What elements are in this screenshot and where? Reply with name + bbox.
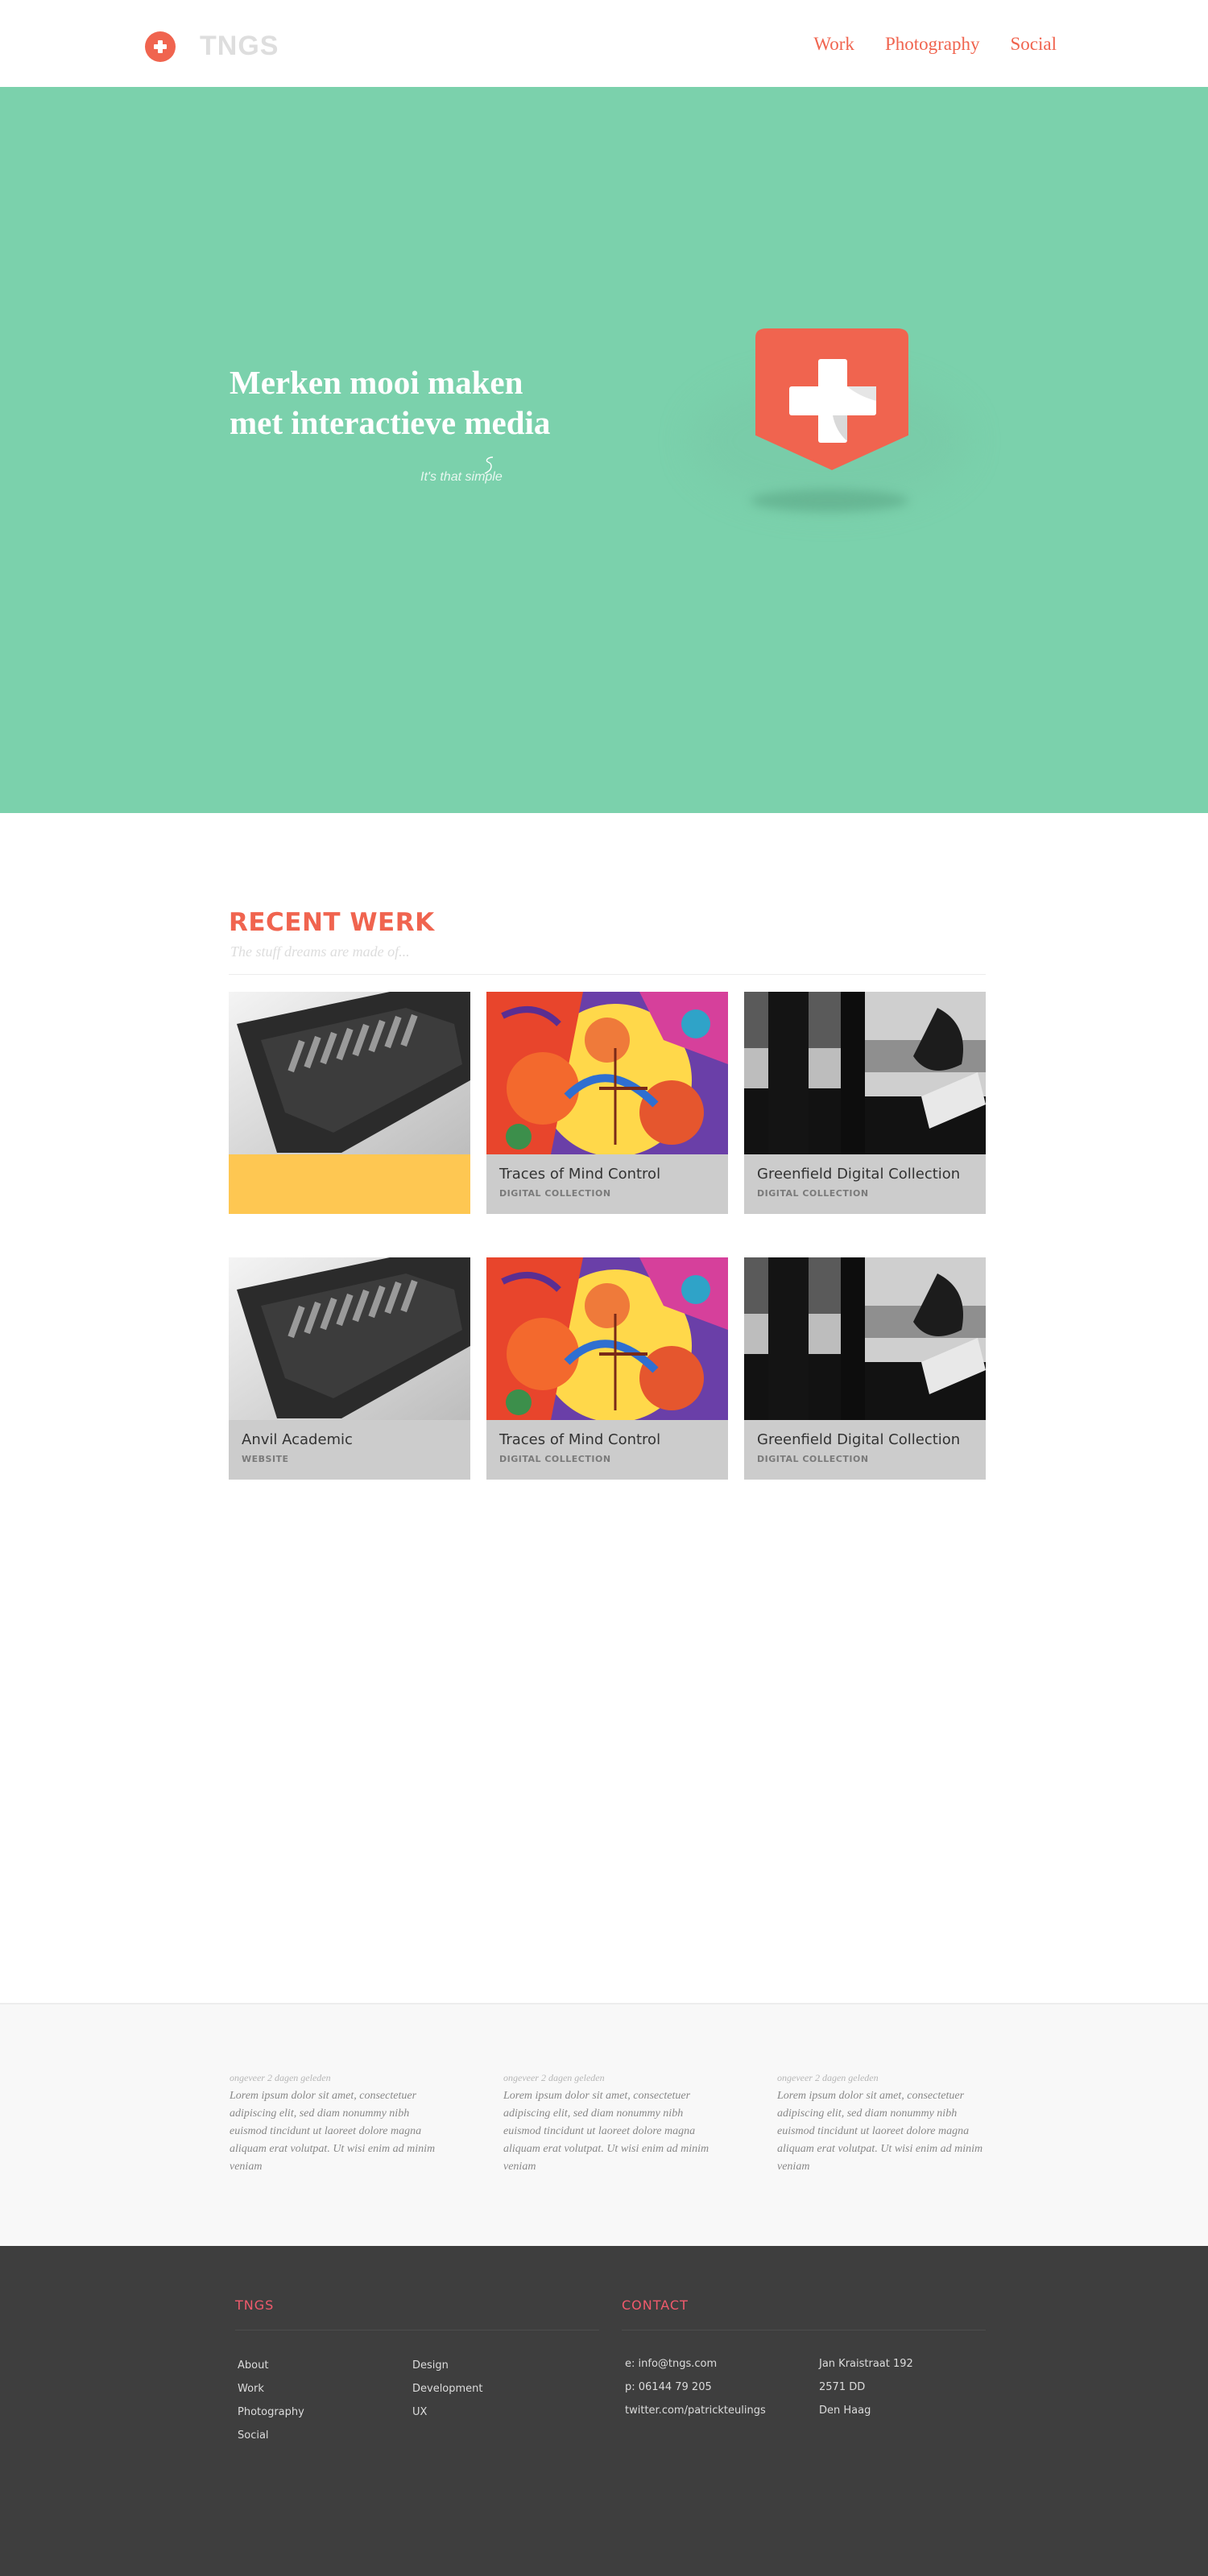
blog-section: ongeveer 2 dagen geleden Lorem ipsum dol… [0, 2003, 1208, 2246]
footer-link-work[interactable]: Work [238, 2377, 304, 2401]
card-info: Traces of Mind Control DIGITAL COLLECTIO… [486, 1154, 728, 1214]
nav-item-work[interactable]: Work [813, 34, 854, 55]
footer-contact-list: e: info@tngs.com p: 06144 79 205 twitter… [625, 2352, 766, 2422]
footer-links-col1: About Work Photography Social [238, 2354, 304, 2447]
blog-timestamp: ongeveer 2 dagen geleden [503, 2072, 605, 2083]
nav-item-photography[interactable]: Photography [885, 34, 980, 55]
card-info [229, 1154, 470, 1214]
logo-text: TNGS [200, 31, 279, 61]
blog-item[interactable]: ongeveer 2 dagen geleden Lorem ipsum dol… [230, 2072, 447, 2176]
hero-subtitle: It's that simple [420, 470, 503, 484]
site-header: TNGS Work Photography Social [0, 0, 1208, 87]
site-footer: TNGS About Work Photography Social Desig… [0, 2246, 1208, 2576]
card-title: Greenfield Digital Collection [757, 1431, 961, 1448]
work-card[interactable]: Greenfield Digital Collection DIGITAL CO… [744, 1257, 986, 1480]
footer-link-ux[interactable]: UX [412, 2401, 483, 2424]
divider [229, 974, 986, 975]
footer-link-social[interactable]: Social [238, 2424, 304, 2447]
work-card[interactable]: Anvil Academic WEBSITE [229, 1257, 470, 1480]
logo[interactable]: TNGS [145, 31, 279, 62]
blog-item[interactable]: ongeveer 2 dagen geleden Lorem ipsum dol… [777, 2072, 995, 2176]
work-card[interactable]: Traces of Mind Control DIGITAL COLLECTIO… [486, 1257, 728, 1480]
footer-link-design[interactable]: Design [412, 2354, 483, 2377]
work-card[interactable]: Greenfield Digital Collection DIGITAL CO… [744, 992, 986, 1214]
hero-title-line-1: Merken mooi maken [230, 364, 523, 401]
main-nav: Work Photography Social [813, 34, 1057, 55]
cross-badge-icon [755, 328, 908, 470]
card-category: DIGITAL COLLECTION [499, 1454, 611, 1464]
nav-item-social[interactable]: Social [1011, 34, 1057, 55]
footer-link-development[interactable]: Development [412, 2377, 483, 2401]
blog-excerpt: Lorem ipsum dolor sit amet, consectetuer… [230, 2090, 436, 2173]
card-title: Traces of Mind Control [499, 1431, 661, 1448]
address-city: Den Haag [819, 2405, 871, 2417]
card-image-kindle [229, 1257, 470, 1420]
hero-badge [693, 328, 966, 538]
contact-email[interactable]: e: info@tngs.com [625, 2352, 766, 2376]
card-category: WEBSITE [242, 1454, 289, 1464]
card-category: DIGITAL COLLECTION [757, 1454, 869, 1464]
address-postcode: 2571 DD [819, 2381, 866, 2393]
contact-twitter[interactable]: twitter.com/patrickteulings [625, 2399, 766, 2422]
blog-timestamp: ongeveer 2 dagen geleden [230, 2072, 331, 2083]
card-category: DIGITAL COLLECTION [499, 1188, 611, 1199]
card-info: Anvil Academic WEBSITE [229, 1420, 470, 1480]
address-street: Jan Kraistraat 192 [819, 2358, 913, 2370]
contact-phone: p: 06144 79 205 [625, 2381, 712, 2393]
hero-title-line-2: met interactieve media [230, 404, 551, 441]
card-image-illustration [486, 992, 728, 1154]
footer-contact-heading: CONTACT [622, 2297, 689, 2313]
footer-link-photography[interactable]: Photography [238, 2401, 304, 2424]
footer-address: Jan Kraistraat 192 2571 DD Den Haag [819, 2352, 913, 2422]
recent-work-title: RECENT WERK [229, 908, 435, 937]
footer-tngs-heading: TNGS [235, 2297, 275, 2313]
recent-work-subtitle: The stuff dreams are made of... [230, 943, 410, 960]
card-title: Traces of Mind Control [499, 1166, 661, 1183]
cross-logo-icon [145, 31, 176, 62]
card-info: Greenfield Digital Collection DIGITAL CO… [744, 1154, 986, 1214]
work-card[interactable] [229, 992, 470, 1214]
card-title: Greenfield Digital Collection [757, 1166, 961, 1183]
card-image-illustration [486, 1257, 728, 1420]
card-title: Anvil Academic [242, 1431, 353, 1448]
blog-excerpt: Lorem ipsum dolor sit amet, consectetuer… [503, 2090, 709, 2173]
card-image-window [744, 992, 986, 1154]
card-category: DIGITAL COLLECTION [757, 1188, 869, 1199]
hero-title: Merken mooi maken met interactieve media [230, 362, 550, 443]
blog-excerpt: Lorem ipsum dolor sit amet, consectetuer… [777, 2090, 983, 2173]
card-info: Traces of Mind Control DIGITAL COLLECTIO… [486, 1420, 728, 1480]
footer-link-about[interactable]: About [238, 2354, 304, 2377]
blog-timestamp: ongeveer 2 dagen geleden [777, 2072, 879, 2083]
work-card[interactable]: Traces of Mind Control DIGITAL COLLECTIO… [486, 992, 728, 1214]
card-image-window [744, 1257, 986, 1420]
footer-links-col2: Design Development UX [412, 2354, 483, 2424]
card-image-kindle [229, 992, 470, 1154]
hero-section: Merken mooi maken met interactieve media… [0, 87, 1208, 813]
blog-item[interactable]: ongeveer 2 dagen geleden Lorem ipsum dol… [503, 2072, 721, 2176]
card-info: Greenfield Digital Collection DIGITAL CO… [744, 1420, 986, 1480]
